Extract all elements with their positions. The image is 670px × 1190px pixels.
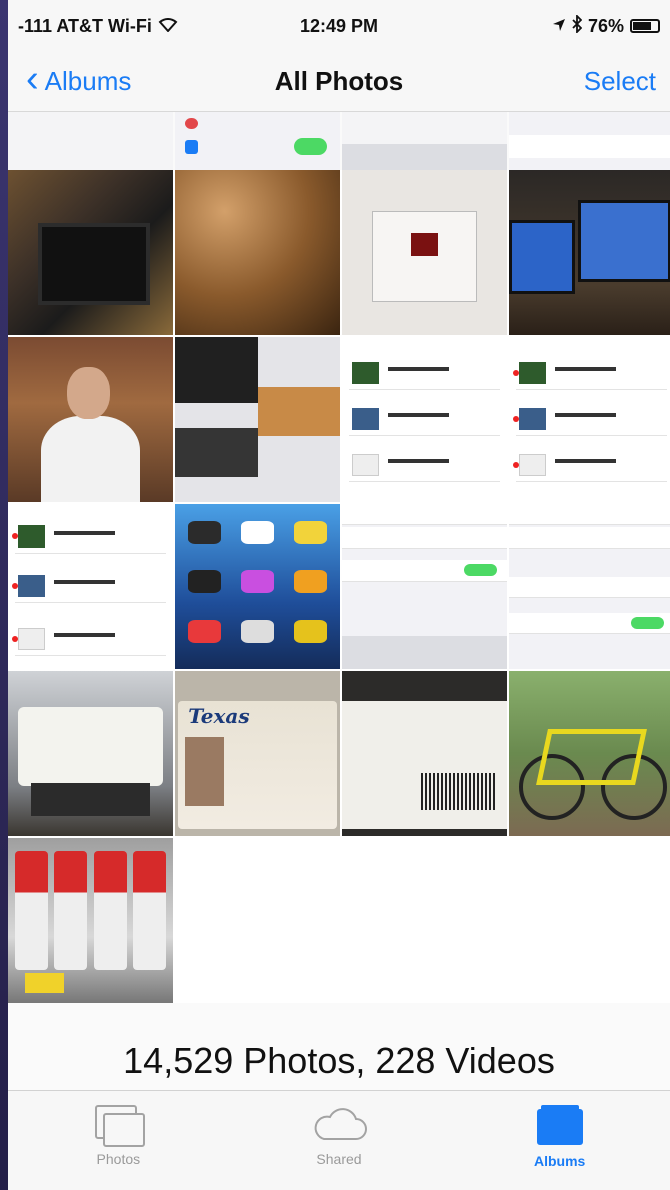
photo-thumbnail[interactable]: [342, 170, 507, 335]
chevron-left-icon: ‹: [26, 57, 39, 100]
photo-thumbnail[interactable]: [8, 337, 173, 502]
wifi-icon: [158, 16, 178, 37]
tab-bar: Photos Shared Albums: [8, 1090, 670, 1190]
tab-label: Photos: [96, 1151, 141, 1167]
back-button-label: Albums: [44, 66, 132, 96]
cloud-icon: [314, 1108, 367, 1140]
albums-icon: [536, 1105, 583, 1145]
photo-row-partial: [8, 112, 670, 170]
photo-thumbnail[interactable]: [509, 170, 670, 335]
tab-albums[interactable]: Albums: [460, 1105, 660, 1169]
phone-screen: -111 AT&T Wi-Fi 12:49 PM 76% ‹ Albums Al…: [8, 0, 670, 1190]
photo-thumbnail[interactable]: [8, 504, 173, 669]
navigation-bar: ‹ Albums All Photos Select: [8, 52, 670, 112]
photo-thumbnail[interactable]: [342, 112, 507, 170]
bluetooth-icon: [572, 13, 583, 38]
status-left: -111 AT&T Wi-Fi: [18, 16, 178, 37]
photo-thumbnail[interactable]: [8, 170, 173, 335]
tab-shared[interactable]: Shared: [239, 1105, 439, 1167]
photo-thumbnail[interactable]: [342, 337, 507, 502]
photo-thumbnail[interactable]: [342, 504, 507, 669]
photo-thumbnail[interactable]: [8, 112, 173, 170]
photo-thumbnail[interactable]: [509, 337, 670, 502]
photo-thumbnail[interactable]: [8, 671, 173, 836]
photos-tab-icon: [95, 1105, 146, 1147]
battery-icon: [630, 19, 660, 33]
carrier-label: -111 AT&T Wi-Fi: [18, 15, 152, 36]
tab-label: Albums: [533, 1153, 586, 1169]
tab-photos[interactable]: Photos: [18, 1105, 218, 1167]
photo-thumbnail[interactable]: [175, 504, 340, 669]
photo-thumbnail[interactable]: [8, 838, 173, 1003]
photo-thumbnail[interactable]: [175, 112, 340, 170]
photo-thumbnail[interactable]: [509, 671, 670, 836]
photo-thumbnail[interactable]: Texas: [175, 671, 340, 836]
status-right: 76%: [552, 13, 660, 38]
location-arrow-icon: [552, 16, 566, 37]
photo-thumbnail[interactable]: [509, 504, 670, 669]
device-frame-edge: [0, 0, 8, 1190]
status-bar: -111 AT&T Wi-Fi 12:49 PM 76%: [8, 0, 670, 52]
tab-label: Shared: [316, 1151, 362, 1167]
photo-thumbnail[interactable]: [175, 170, 340, 335]
select-button[interactable]: Select: [584, 66, 656, 97]
back-button[interactable]: ‹ Albums: [26, 60, 132, 98]
battery-percent: 76%: [587, 15, 624, 36]
texas-label: Texas: [188, 704, 250, 728]
photo-thumbnail[interactable]: [342, 671, 507, 836]
photo-count: 14,529 Photos, 228 Videos: [123, 1040, 555, 1081]
photo-grid: Texas: [8, 170, 670, 1003]
photo-thumbnail[interactable]: [509, 112, 670, 170]
photo-thumbnail[interactable]: [175, 337, 340, 502]
